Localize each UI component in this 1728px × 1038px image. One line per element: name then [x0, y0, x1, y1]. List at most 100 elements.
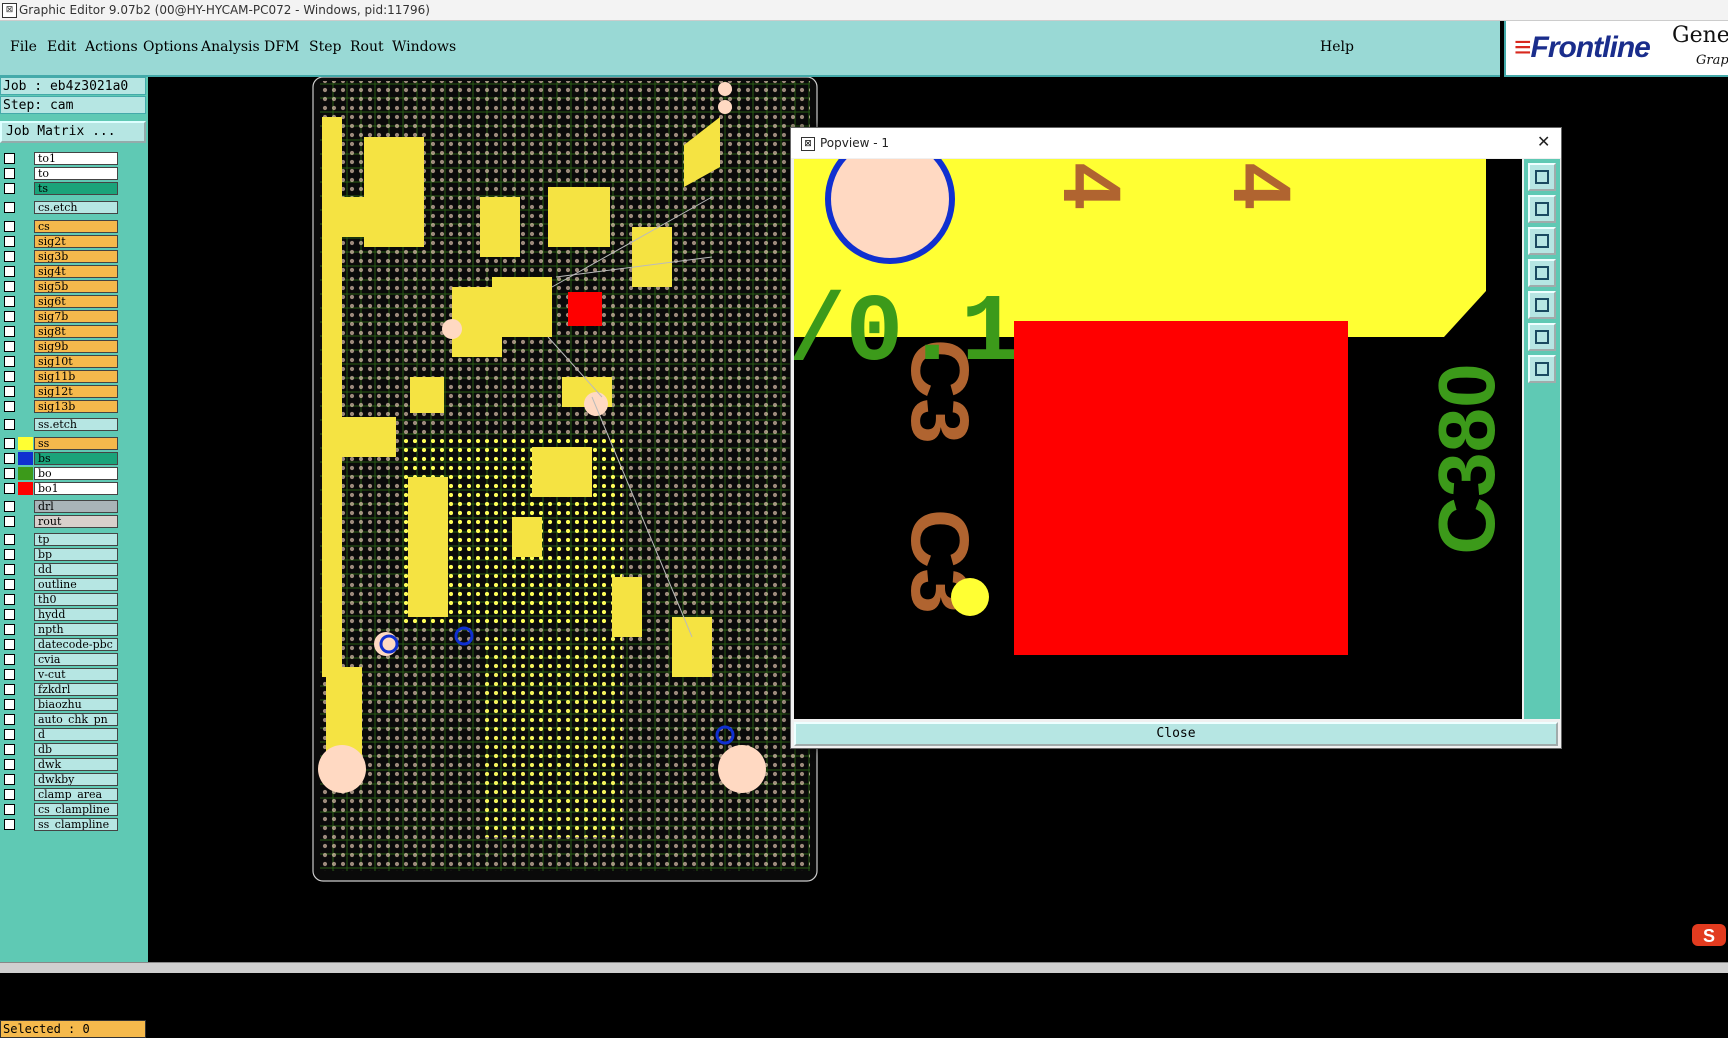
layer-row-sig6t[interactable]: sig6t: [0, 294, 122, 309]
layer-name[interactable]: cs.etch: [34, 201, 118, 214]
layer-name[interactable]: sig12t: [34, 385, 118, 398]
layer-name[interactable]: bo: [34, 467, 118, 480]
layer-checkbox[interactable]: [4, 251, 15, 262]
layer-row-sig4t[interactable]: sig4t: [0, 264, 122, 279]
layer-checkbox[interactable]: [4, 684, 15, 695]
layer-checkbox[interactable]: [4, 386, 15, 397]
layer-row-sig12t[interactable]: sig12t: [0, 384, 122, 399]
layer-name[interactable]: hydd: [34, 608, 118, 621]
layer-name[interactable]: bo1: [34, 482, 118, 495]
layer-name[interactable]: sig11b: [34, 370, 118, 383]
layer-name[interactable]: v-cut: [34, 668, 118, 681]
layer-row-dwk[interactable]: dwk: [0, 757, 122, 772]
layer-name[interactable]: to1: [34, 152, 118, 165]
layer-name[interactable]: ss_clampline: [34, 818, 118, 831]
layer-row-cvia[interactable]: cvia: [0, 652, 122, 667]
zoom-window-icon[interactable]: [1528, 163, 1556, 191]
layer-name[interactable]: ss.etch: [34, 418, 118, 431]
layer-row-dwkby[interactable]: dwkby: [0, 772, 122, 787]
layer-row-sig10t[interactable]: sig10t: [0, 354, 122, 369]
layer-row-drl[interactable]: drl: [0, 499, 122, 514]
layer-checkbox[interactable]: [4, 296, 15, 307]
layer-checkbox[interactable]: [4, 789, 15, 800]
layer-checkbox[interactable]: [4, 729, 15, 740]
layer-row-sig5b[interactable]: sig5b: [0, 279, 122, 294]
layer-checkbox[interactable]: [4, 153, 15, 164]
bottom-scrollbar[interactable]: [0, 962, 1728, 973]
zoom-fit-icon[interactable]: [1528, 323, 1556, 351]
layer-name[interactable]: dwkby: [34, 773, 118, 786]
layer-checkbox[interactable]: [4, 624, 15, 635]
layer-name[interactable]: cs: [34, 220, 118, 233]
pan-right-icon[interactable]: [1528, 291, 1556, 319]
menu-dfm[interactable]: DFM: [264, 39, 299, 55]
layer-checkbox[interactable]: [4, 564, 15, 575]
layer-row-bp[interactable]: bp: [0, 547, 122, 562]
layer-row-cs.etch[interactable]: cs.etch: [0, 200, 122, 215]
layer-checkbox[interactable]: [4, 594, 15, 605]
layer-checkbox[interactable]: [4, 501, 15, 512]
layer-checkbox[interactable]: [4, 281, 15, 292]
layer-name[interactable]: cvia: [34, 653, 118, 666]
layer-checkbox[interactable]: [4, 326, 15, 337]
layer-name[interactable]: dd: [34, 563, 118, 576]
layer-row-sig11b[interactable]: sig11b: [0, 369, 122, 384]
layer-row-sig7b[interactable]: sig7b: [0, 309, 122, 324]
layer-row-db[interactable]: db: [0, 742, 122, 757]
layer-name[interactable]: rout: [34, 515, 118, 528]
layer-checkbox[interactable]: [4, 438, 15, 449]
menu-actions[interactable]: Actions: [85, 39, 138, 55]
layer-row-sig3b[interactable]: sig3b: [0, 249, 122, 264]
layer-name[interactable]: sig2t: [34, 235, 118, 248]
layer-row-auto_chk_pn[interactable]: auto_chk_pn: [0, 712, 122, 727]
layer-name[interactable]: sig4t: [34, 265, 118, 278]
layer-checkbox[interactable]: [4, 266, 15, 277]
layer-name[interactable]: outline: [34, 578, 118, 591]
pcb-board-view[interactable]: [312, 77, 820, 883]
layer-checkbox[interactable]: [4, 714, 15, 725]
layer-row-sig2t[interactable]: sig2t: [0, 234, 122, 249]
layer-checkbox[interactable]: [4, 639, 15, 650]
layer-row-ss_clampline[interactable]: ss_clampline: [0, 817, 122, 832]
layer-name[interactable]: bp: [34, 548, 118, 561]
layer-checkbox[interactable]: [4, 468, 15, 479]
layer-row-hydd[interactable]: hydd: [0, 607, 122, 622]
layer-checkbox[interactable]: [4, 819, 15, 830]
layer-row-bo1[interactable]: bo1: [0, 481, 122, 496]
layer-row-fzkdrl[interactable]: fzkdrl: [0, 682, 122, 697]
layer-checkbox[interactable]: [4, 371, 15, 382]
layer-row-th0[interactable]: th0: [0, 592, 122, 607]
layer-name[interactable]: clamp_area: [34, 788, 118, 801]
pan-down-icon[interactable]: [1528, 227, 1556, 255]
close-icon[interactable]: ✕: [1537, 132, 1550, 151]
popview-canvas[interactable]: C3 C3 4 4 /0.1 C380: [794, 159, 1522, 719]
layer-row-ss.etch[interactable]: ss.etch: [0, 417, 122, 432]
layer-checkbox[interactable]: [4, 609, 15, 620]
layer-row-cs[interactable]: cs: [0, 219, 122, 234]
layer-row-bo[interactable]: bo: [0, 466, 122, 481]
layer-name[interactable]: sig13b: [34, 400, 118, 413]
layer-row-sig8t[interactable]: sig8t: [0, 324, 122, 339]
layer-row-to[interactable]: to: [0, 166, 122, 181]
layer-row-clamp_area[interactable]: clamp_area: [0, 787, 122, 802]
popview-close-button[interactable]: Close: [794, 722, 1558, 746]
layer-row-dd[interactable]: dd: [0, 562, 122, 577]
layer-name[interactable]: biaozhu: [34, 698, 118, 711]
layer-name[interactable]: ts: [34, 182, 118, 195]
layer-checkbox[interactable]: [4, 168, 15, 179]
layer-row-cs_clampline[interactable]: cs_clampline: [0, 802, 122, 817]
layer-name[interactable]: datecode-pbc: [34, 638, 118, 651]
layer-name[interactable]: sig8t: [34, 325, 118, 338]
zoom-home-icon[interactable]: [1528, 355, 1556, 383]
layer-row-rout[interactable]: rout: [0, 514, 122, 529]
layer-name[interactable]: to: [34, 167, 118, 180]
layer-checkbox[interactable]: [4, 699, 15, 710]
layer-name[interactable]: npth: [34, 623, 118, 636]
layer-name[interactable]: th0: [34, 593, 118, 606]
menu-edit[interactable]: Edit: [47, 39, 76, 55]
layer-checkbox[interactable]: [4, 311, 15, 322]
layer-checkbox[interactable]: [4, 654, 15, 665]
layer-row-npth[interactable]: npth: [0, 622, 122, 637]
layer-name[interactable]: db: [34, 743, 118, 756]
menu-windows[interactable]: Windows: [392, 39, 456, 55]
